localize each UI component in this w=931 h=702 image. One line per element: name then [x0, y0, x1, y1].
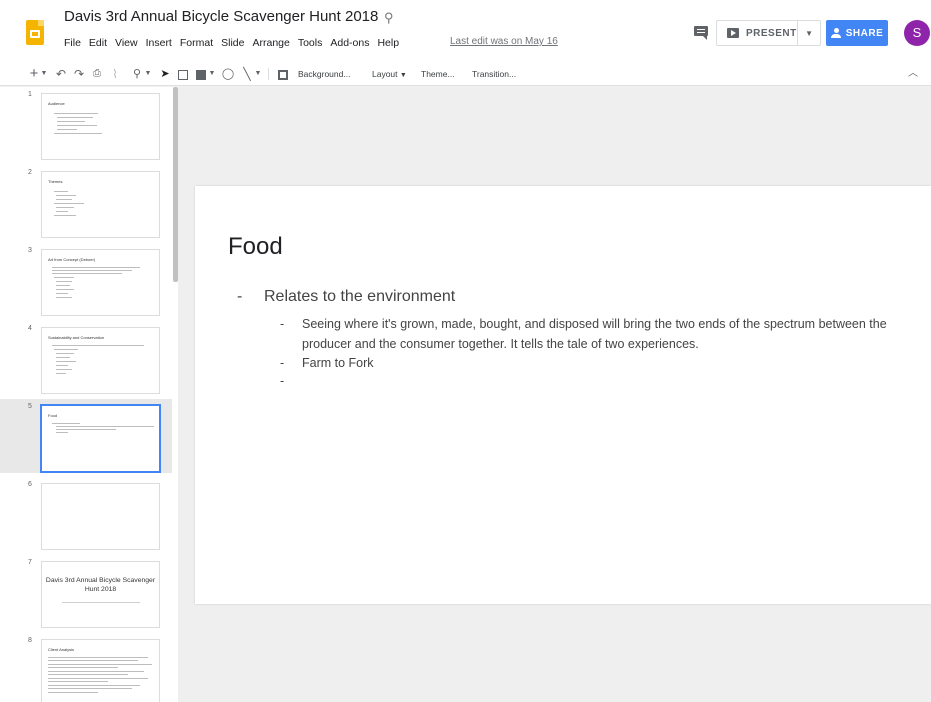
filmstrip-slide-2[interactable]: 2 Themes	[0, 165, 172, 239]
slide-number: 7	[28, 559, 32, 566]
sub-bullet[interactable]: - Farm to Fork	[280, 353, 922, 373]
comment-add-icon[interactable]	[276, 66, 290, 82]
sub-bullet[interactable]: - Seeing where it's grown, made, bought,…	[280, 314, 922, 354]
avatar[interactable]: S	[904, 20, 930, 46]
line-icon[interactable]: ╲	[240, 66, 254, 82]
filmstrip-slide-7[interactable]: 7 Davis 3rd Annual Bicycle Scavenger Hun…	[0, 555, 172, 629]
present-main[interactable]: PRESENT	[717, 21, 799, 45]
filmstrip-slide-5[interactable]: 5 Food	[0, 399, 172, 473]
toolbar: + ▼ ↶ ↷ ⎙ ⌇ ⚲ ▼ ➤ ▼ ◯ ╲ ▼ Background... …	[0, 62, 931, 86]
layout-button[interactable]: Layout ▼	[372, 66, 407, 82]
print-icon[interactable]: ⎙	[90, 66, 104, 82]
person-icon	[830, 28, 841, 38]
transition-button[interactable]: Transition...	[472, 66, 516, 82]
line-chevron-down-icon[interactable]: ▼	[254, 66, 262, 82]
filmstrip-slide-4[interactable]: 4 Sustainability and Conservation	[0, 321, 172, 395]
menu-file[interactable]: File	[64, 34, 85, 52]
slide-thumbnail[interactable]: Davis 3rd Annual Bicycle Scavenger Hunt …	[41, 561, 160, 628]
slide-thumbnail[interactable]: Client Analysis	[41, 639, 160, 702]
background-button[interactable]: Background...	[298, 66, 350, 82]
bullet-dash: -	[280, 356, 285, 370]
move-to-folder-icon[interactable]: ⚲	[384, 10, 394, 26]
present-icon	[727, 28, 739, 38]
bullet-text: Relates to the environment	[264, 288, 456, 305]
slide-thumbnail[interactable]: Sustainability and Conservation	[41, 327, 160, 394]
thumbnail-title: Art from Concept (Deboer)	[48, 257, 96, 262]
undo-icon[interactable]: ↶	[54, 66, 68, 82]
zoom-chevron-down-icon[interactable]: ▼	[144, 66, 152, 82]
slide-thumbnail[interactable]: Audience	[41, 93, 160, 160]
menu-help[interactable]: Help	[373, 34, 403, 52]
slide-number: 4	[28, 325, 32, 332]
last-edit-link[interactable]: Last edit was on May 16	[450, 36, 558, 47]
redo-icon[interactable]: ↷	[72, 66, 86, 82]
menu-add-ons[interactable]: Add-ons	[326, 34, 373, 52]
image-icon[interactable]	[194, 66, 208, 82]
menu-slide[interactable]: Slide	[217, 34, 248, 52]
slide-number: 5	[28, 403, 32, 410]
share-label: SHARE	[845, 27, 884, 39]
present-options-chevron-down-icon[interactable]: ▼	[798, 29, 820, 38]
present-button[interactable]: PRESENT ▼	[716, 20, 821, 46]
slide-number: 2	[28, 169, 32, 176]
collapse-chevron-up-icon[interactable]: ︿	[906, 66, 920, 82]
slide-number: 8	[28, 637, 32, 644]
thumbnail-title: Themes	[48, 179, 63, 184]
filmstrip-slide-1[interactable]: 1 Audience	[0, 87, 172, 161]
slide-number: 1	[28, 91, 32, 98]
menu-view[interactable]: View	[111, 34, 142, 52]
image-chevron-down-icon[interactable]: ▼	[208, 66, 216, 82]
bullet-dash: -	[280, 317, 285, 331]
slide-title[interactable]: Food	[228, 233, 283, 261]
zoom-icon[interactable]: ⚲	[130, 66, 144, 82]
slide-number: 3	[28, 247, 32, 254]
bullet-dash: -	[280, 374, 285, 388]
menu-arrange[interactable]: Arrange	[248, 34, 293, 52]
share-button[interactable]: SHARE	[826, 20, 888, 46]
paint-format-icon[interactable]: ⌇	[108, 66, 122, 82]
sub-bullet-text: Seeing where it's grown, made, bought, a…	[302, 317, 887, 351]
current-slide[interactable]: Food - Relates to the environment - Seein…	[195, 186, 931, 604]
filmstrip-slide-3[interactable]: 3 Art from Concept (Deboer)	[0, 243, 172, 317]
slide-thumbnail[interactable]: Themes	[41, 171, 160, 238]
toolbar-divider	[268, 68, 269, 80]
slide-thumbnail-selected[interactable]: Food	[40, 404, 161, 473]
slide-thumbnail[interactable]	[41, 483, 160, 550]
thumbnail-title: Davis 3rd Annual Bicycle Scavenger Hunt …	[45, 577, 156, 593]
new-slide-chevron-down-icon[interactable]: ▼	[40, 66, 48, 82]
present-label: PRESENT	[746, 27, 797, 39]
document-title[interactable]: Davis 3rd Annual Bicycle Scavenger Hunt …	[64, 8, 378, 25]
slide-filmstrip: 1 Audience 2 Themes 3 Art from Concept (…	[0, 87, 178, 702]
menu-edit[interactable]: Edit	[85, 34, 111, 52]
bullet-level-1[interactable]: - Relates to the environment	[237, 288, 455, 306]
layout-chevron-down-icon: ▼	[399, 72, 407, 79]
thumbnail-title: Audience	[48, 101, 65, 106]
shape-icon[interactable]: ◯	[220, 66, 236, 82]
thumbnail-title: Food	[48, 413, 58, 418]
new-slide-plus-icon[interactable]: +	[28, 66, 40, 82]
thumbnail-title: Sustainability and Conservation	[48, 335, 105, 340]
layout-label: Layout	[372, 69, 398, 79]
theme-button[interactable]: Theme...	[421, 66, 455, 82]
comments-icon[interactable]	[692, 24, 710, 40]
slides-logo-icon[interactable]	[26, 20, 44, 45]
text-box-icon[interactable]	[176, 66, 190, 82]
menu-tools[interactable]: Tools	[294, 34, 327, 52]
menu-insert[interactable]: Insert	[142, 34, 176, 52]
thumbnail-title: Client Analysis	[48, 647, 75, 652]
slide-thumbnail[interactable]: Art from Concept (Deboer)	[41, 249, 160, 316]
menu-format[interactable]: Format	[176, 34, 217, 52]
slide-number: 6	[28, 481, 32, 488]
slides-app: Davis 3rd Annual Bicycle Scavenger Hunt …	[0, 0, 931, 702]
menu-bar: File Edit View Insert Format Slide Arran…	[64, 34, 403, 52]
select-cursor-icon[interactable]: ➤	[158, 66, 172, 82]
app-header: Davis 3rd Annual Bicycle Scavenger Hunt …	[0, 0, 931, 62]
bullet-dash: -	[237, 288, 243, 305]
sub-bullet-text: Farm to Fork	[302, 356, 374, 370]
filmstrip-slide-6[interactable]: 6	[0, 477, 172, 551]
filmstrip-slide-8[interactable]: 8 Client Analysis	[0, 633, 172, 702]
slide-canvas: Food - Relates to the environment - Seein…	[178, 87, 931, 702]
